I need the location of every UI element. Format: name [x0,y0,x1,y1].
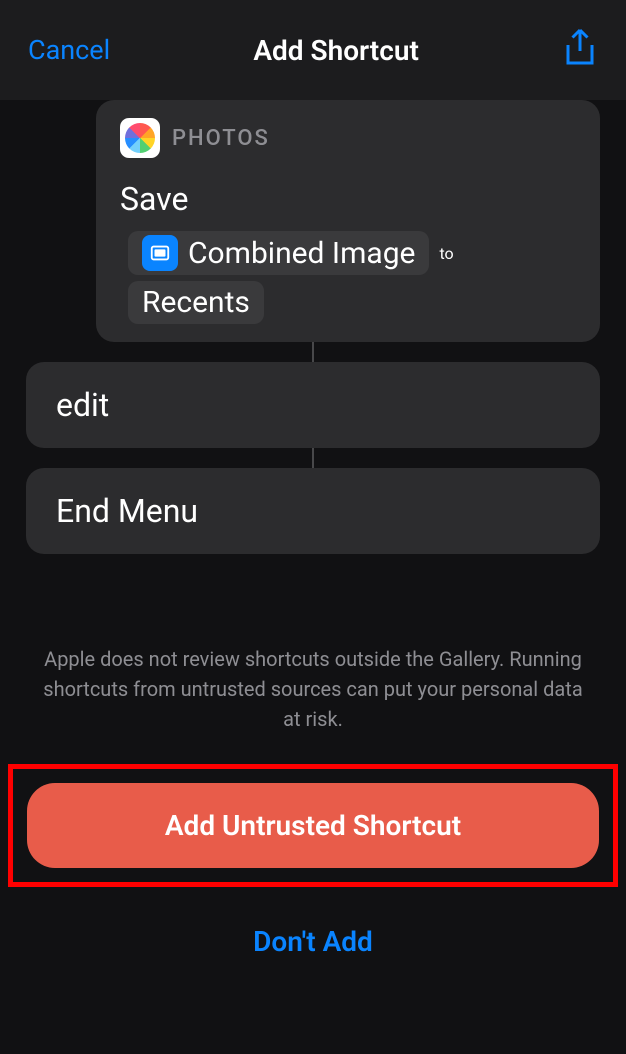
param1-label: Combined Image [188,236,415,271]
page-title: Add Shortcut [253,34,419,67]
connector-line [312,448,314,468]
connector-line [312,342,314,362]
add-untrusted-shortcut-button[interactable]: Add Untrusted Shortcut [27,783,599,868]
action-params-row: Combined Image to [128,231,576,275]
app-header-row: PHOTOS [120,118,576,158]
connector-text: to [439,244,453,263]
end-menu-card[interactable]: End Menu [26,468,600,554]
warning-text: Apple does not review shortcuts outside … [26,644,600,734]
highlight-annotation: Add Untrusted Shortcut [8,764,618,887]
edit-card[interactable]: edit [26,362,600,448]
app-name-label: PHOTOS [172,126,270,151]
image-icon [142,235,178,271]
action-verb: Save [120,174,576,225]
share-button[interactable] [562,27,598,73]
dont-add-button[interactable]: Don't Add [26,899,600,984]
param2-label: Recents [142,285,250,320]
share-icon [562,27,598,69]
combined-image-token[interactable]: Combined Image [128,231,429,275]
cancel-button[interactable]: Cancel [28,34,110,66]
action-params-row-2: Recents [128,281,576,324]
photos-action-card: PHOTOS Save Combined Image to Recents [96,100,600,342]
photos-app-icon [120,118,160,158]
recents-token[interactable]: Recents [128,281,264,324]
header-bar: Cancel Add Shortcut [0,0,626,100]
